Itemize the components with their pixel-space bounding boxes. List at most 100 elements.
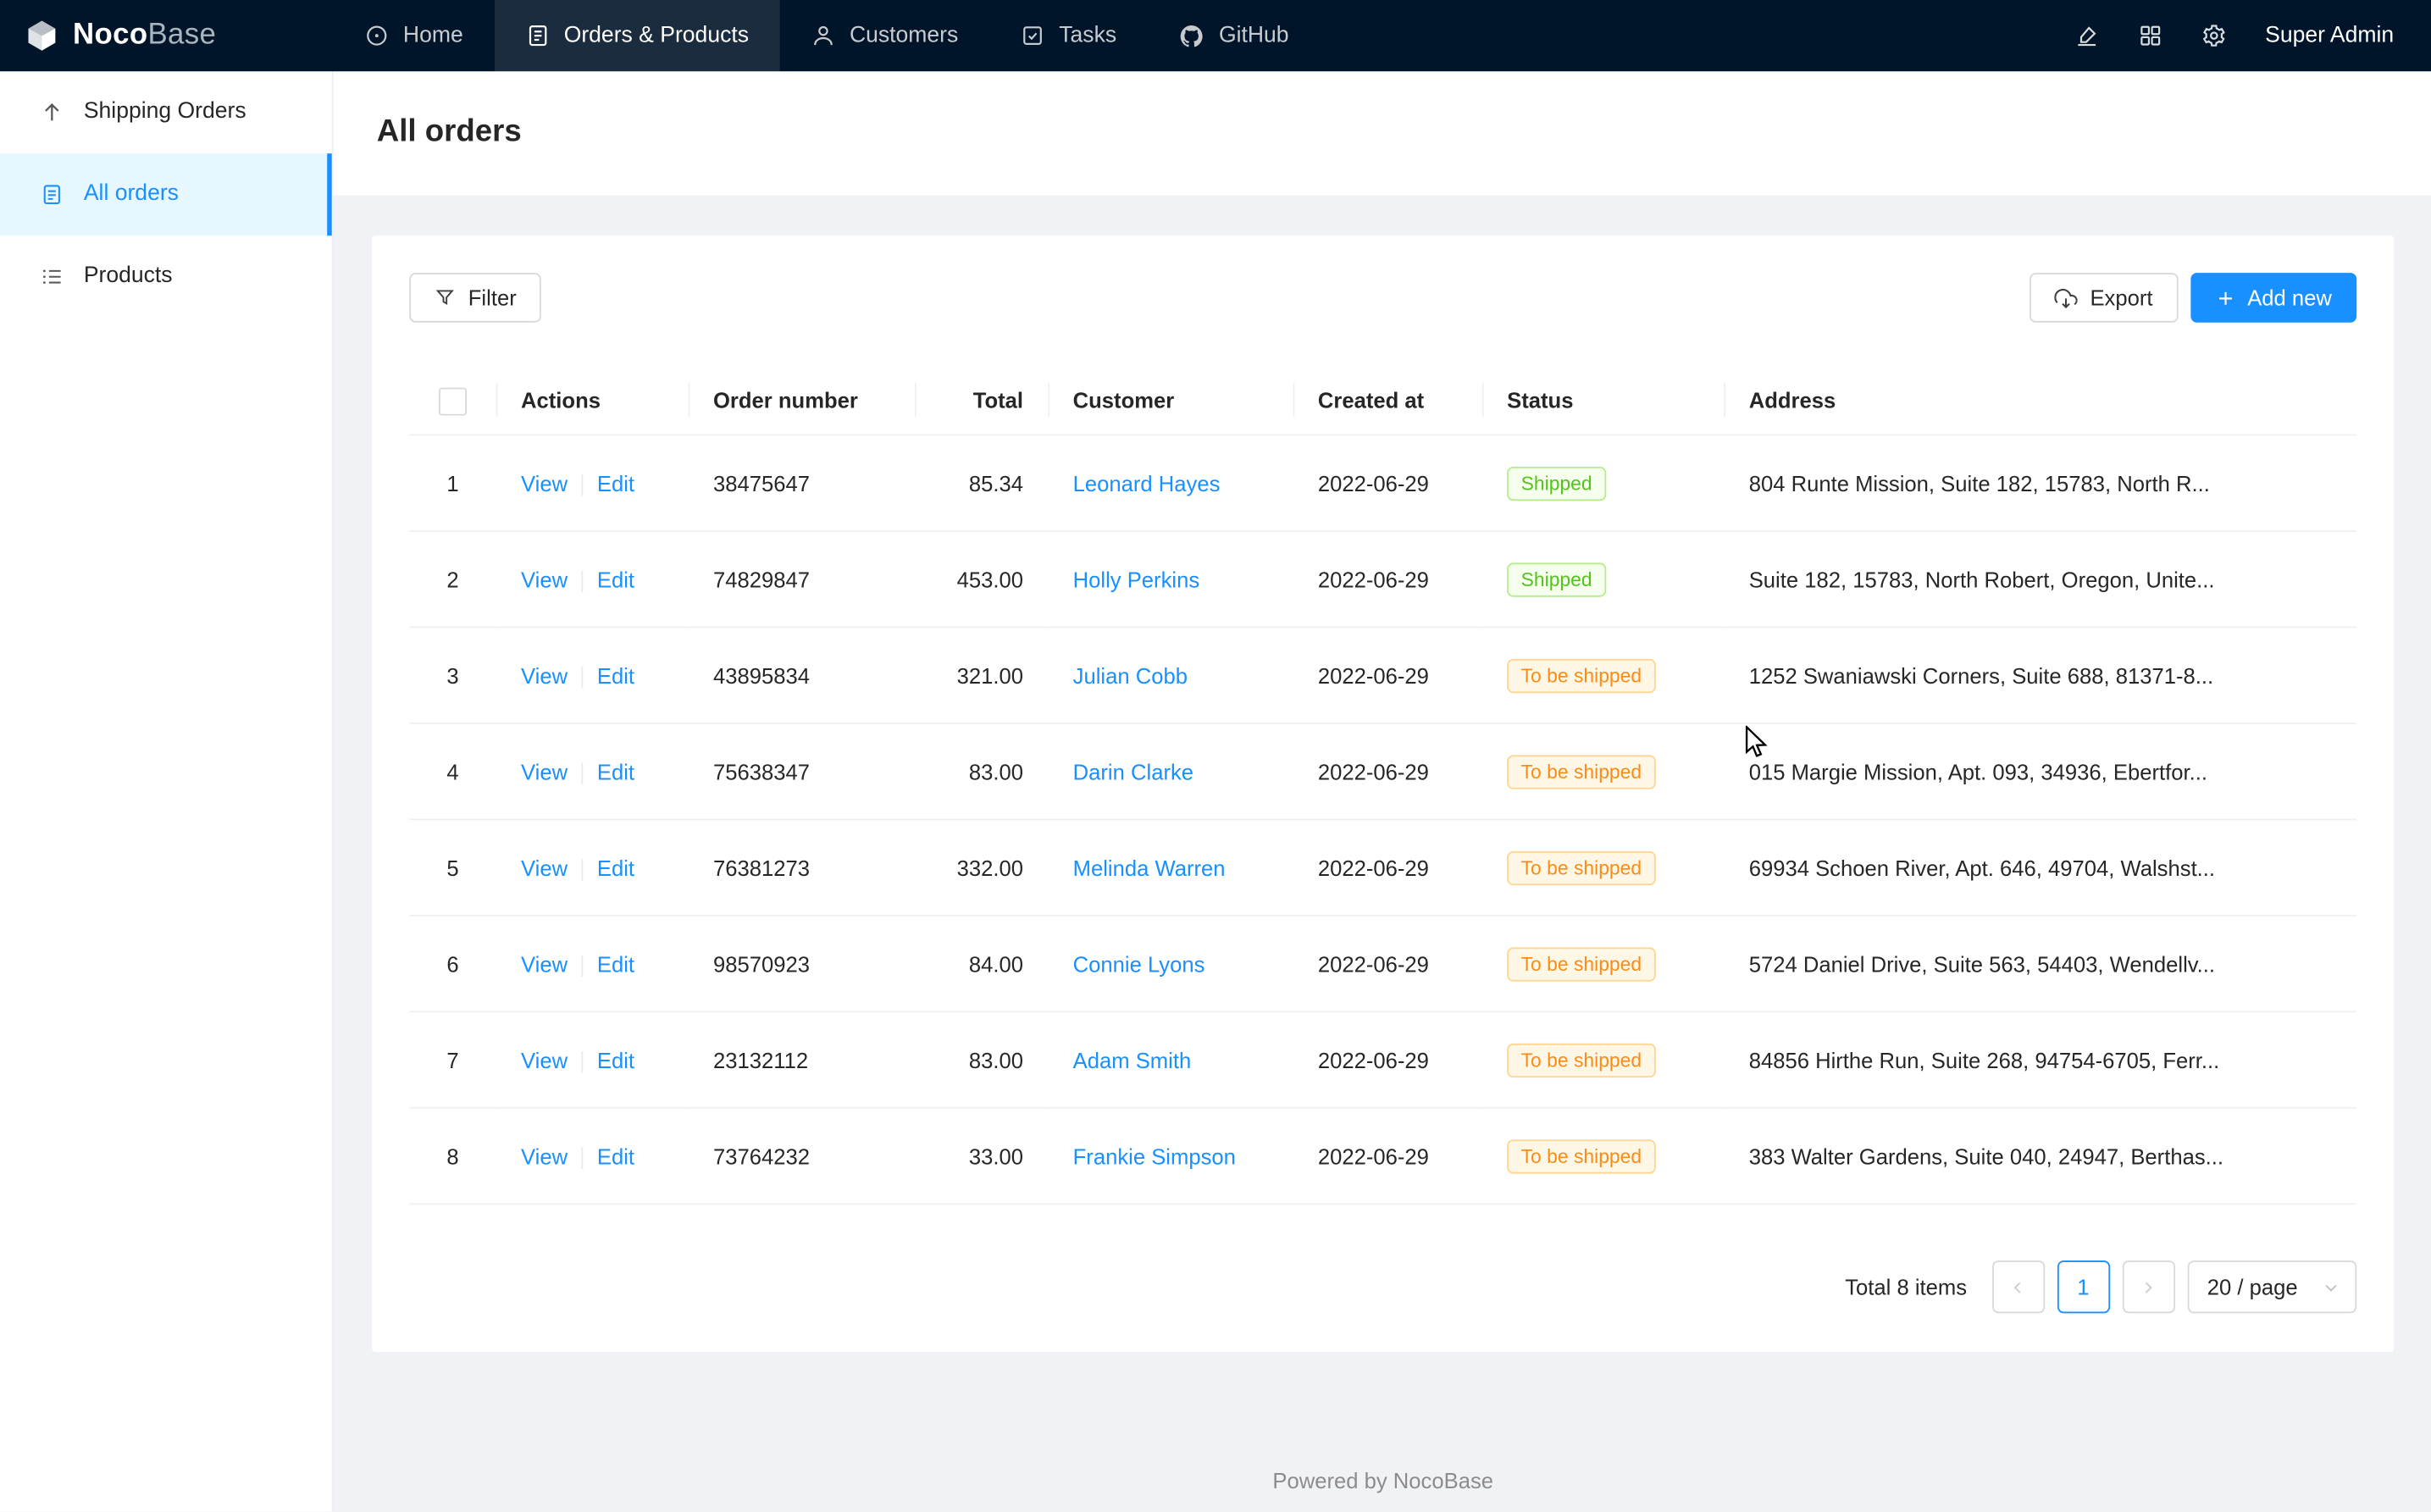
orders-table: Actions Order number Total Customer Crea… [409, 366, 2356, 1205]
view-link[interactable]: View [521, 567, 568, 591]
user-menu[interactable]: Super Admin [2265, 18, 2394, 53]
order-number-cell: 76381273 [689, 819, 915, 915]
view-link[interactable]: View [521, 662, 568, 687]
table-row: 5 ViewEdit 76381273 332.00 Melinda Warre… [409, 819, 2356, 915]
customer-cell: Frankie Simpson [1048, 1108, 1293, 1204]
customer-cell: Darin Clarke [1048, 723, 1293, 819]
row-index-cell: 6 [409, 916, 496, 1011]
row-actions-cell: View Edit [496, 435, 689, 530]
settings-gear-icon[interactable] [2201, 23, 2226, 47]
customer-link[interactable]: Connie Lyons [1073, 951, 1205, 976]
edit-link[interactable]: Edit [597, 567, 634, 591]
created-at-cell: 2022-06-29 [1293, 1108, 1482, 1204]
edit-link[interactable]: Edit [597, 1144, 634, 1168]
edit-link[interactable]: Edit [597, 855, 634, 879]
customer-link[interactable]: Melinda Warren [1073, 855, 1226, 879]
nav-item-label: GitHub [1219, 18, 1289, 53]
created-at-cell: 2022-06-29 [1293, 819, 1482, 915]
page-size-select[interactable]: 20 / page [2187, 1260, 2356, 1313]
action-divider [582, 955, 584, 977]
nocobase-logo[interactable]: NocoBase [0, 0, 334, 71]
view-link[interactable]: View [521, 855, 568, 879]
sidebar-item-label: Products [84, 259, 173, 295]
sidebar-item-label: Shipping Orders [84, 95, 246, 130]
customer-link[interactable]: Holly Perkins [1073, 567, 1200, 591]
row-actions-cell: View Edit [496, 723, 689, 819]
pagination-page-1[interactable]: 1 [2057, 1260, 2109, 1313]
row-index-cell: 4 [409, 723, 496, 819]
view-link[interactable]: View [521, 1047, 568, 1072]
navbar-right: Super Admin [2074, 0, 2431, 71]
list-icon [41, 265, 64, 288]
row-index-cell: 2 [409, 531, 496, 627]
row-index: 2 [446, 567, 458, 591]
customer-link[interactable]: Leonard Hayes [1073, 471, 1221, 496]
sidebar-item-all-orders[interactable]: All orders [0, 153, 332, 235]
edit-link[interactable]: Edit [597, 759, 634, 784]
plugins-grid-icon[interactable] [2138, 23, 2162, 47]
total-cell: 85.34 [915, 435, 1048, 530]
status-cell: Shipped [1482, 435, 1725, 530]
sidebar-item-products[interactable]: Products [0, 235, 332, 318]
row-index: 1 [446, 471, 458, 496]
created-at-cell: 2022-06-29 [1293, 916, 1482, 1011]
customer-cell: Connie Lyons [1048, 916, 1293, 1011]
row-index: 7 [446, 1047, 458, 1072]
edit-link[interactable]: Edit [597, 471, 634, 496]
export-cloud-icon [2054, 286, 2077, 309]
view-link[interactable]: View [521, 1144, 568, 1168]
column-header-order-number: Order number [689, 366, 915, 435]
column-header-total: Total [915, 366, 1048, 435]
status-cell: To be shipped [1482, 819, 1725, 915]
row-index: 8 [446, 1144, 458, 1168]
row-index-cell: 3 [409, 627, 496, 723]
pagination-next-button[interactable] [2122, 1260, 2174, 1313]
nav-item-label: Tasks [1059, 18, 1116, 53]
add-new-button[interactable]: Add new [2190, 273, 2356, 323]
column-header-actions: Actions [496, 366, 689, 435]
customer-link[interactable]: Frankie Simpson [1073, 1144, 1236, 1168]
nav-item-home[interactable]: Home [334, 0, 495, 71]
edit-link[interactable]: Edit [597, 951, 634, 976]
nav-item-tasks[interactable]: Tasks [989, 0, 1148, 71]
status-badge: Shipped [1507, 562, 1606, 596]
view-link[interactable]: View [521, 759, 568, 784]
total-cell: 33.00 [915, 1108, 1048, 1204]
pagination-prev-button[interactable] [1991, 1260, 2044, 1313]
total-cell: 321.00 [915, 627, 1048, 723]
nav-item-github[interactable]: GitHub [1148, 0, 1320, 71]
chevron-down-icon [2323, 1278, 2340, 1295]
top-navbar: NocoBase Home Orders & Products Customer… [0, 0, 2431, 71]
highlighter-icon[interactable] [2074, 23, 2099, 47]
nav-item-customers[interactable]: Customers [780, 0, 989, 71]
customer-link[interactable]: Adam Smith [1073, 1047, 1192, 1072]
edit-link[interactable]: Edit [597, 662, 634, 687]
sidebar-item-shipping-orders[interactable]: Shipping Orders [0, 71, 332, 153]
status-cell: Shipped [1482, 531, 1725, 627]
export-button[interactable]: Export [2030, 273, 2178, 323]
total-cell: 84.00 [915, 916, 1048, 1011]
view-link[interactable]: View [521, 471, 568, 496]
action-divider [582, 667, 584, 689]
select-all-checkbox[interactable] [439, 388, 467, 416]
row-actions-cell: View Edit [496, 627, 689, 723]
table-row: 1 ViewEdit 38475647 85.34 Leonard Hayes … [409, 435, 2356, 530]
orders-table-header: Actions Order number Total Customer Crea… [409, 366, 2356, 435]
address-cell: 015 Margie Mission, Apt. 093, 34936, Ebe… [1724, 723, 2356, 819]
sidebar: Shipping Orders All orders Products [0, 71, 334, 1511]
main-nav: Home Orders & Products Customers Tasks [334, 0, 1321, 71]
edit-link[interactable]: Edit [597, 1047, 634, 1072]
address-cell: Suite 182, 15783, North Robert, Oregon, … [1724, 531, 2356, 627]
row-index-cell: 8 [409, 1108, 496, 1204]
status-badge: To be shipped [1507, 659, 1655, 693]
order-number-cell: 73764232 [689, 1108, 915, 1204]
filter-button[interactable]: Filter [409, 273, 541, 323]
order-number-cell: 75638347 [689, 723, 915, 819]
row-actions-cell: View Edit [496, 916, 689, 1011]
customer-link[interactable]: Darin Clarke [1073, 759, 1193, 784]
customer-link[interactable]: Julian Cobb [1073, 662, 1188, 687]
view-link[interactable]: View [521, 951, 568, 976]
nav-item-orders-products[interactable]: Orders & Products [494, 0, 779, 71]
orders-table-body: 1 ViewEdit 38475647 85.34 Leonard Hayes … [409, 435, 2356, 1204]
created-at-cell: 2022-06-29 [1293, 723, 1482, 819]
